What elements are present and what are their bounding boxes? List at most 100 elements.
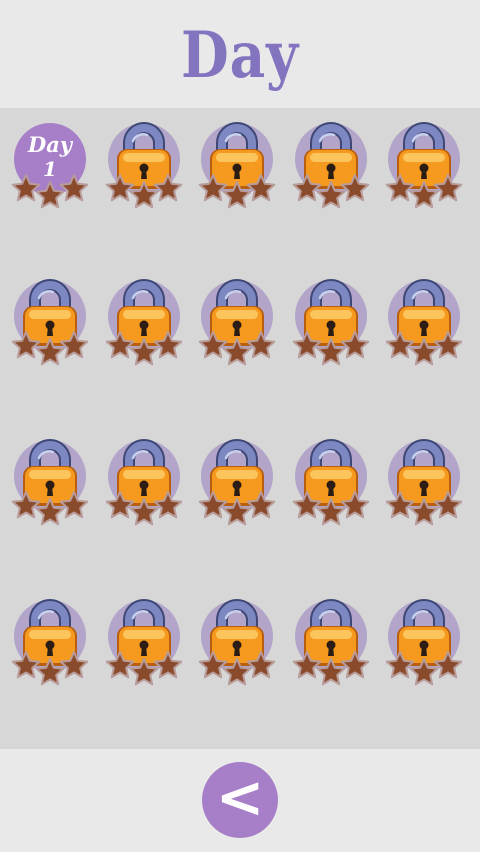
star-icon xyxy=(385,491,415,519)
stars-row xyxy=(292,331,370,366)
stars-row xyxy=(198,651,276,686)
star-icon xyxy=(153,651,183,679)
star-icon xyxy=(340,651,370,679)
day-grid: Day 1 xyxy=(0,108,480,749)
star-icon xyxy=(105,491,135,519)
star-icon xyxy=(385,651,415,679)
stars-row xyxy=(11,651,89,686)
day-badge-label: Day xyxy=(27,132,73,157)
star-icon xyxy=(292,651,322,679)
star-icon xyxy=(246,174,276,202)
star-icon xyxy=(11,491,41,519)
star-icon xyxy=(340,331,370,359)
star-icon xyxy=(35,498,65,526)
stars-row xyxy=(385,331,463,366)
star-icon xyxy=(105,174,135,202)
stars-row xyxy=(385,491,463,526)
level-cell-day-18[interactable] xyxy=(191,598,283,690)
star-icon xyxy=(433,491,463,519)
header: Day Selection xyxy=(0,0,480,177)
star-icon xyxy=(198,331,228,359)
star-icon xyxy=(409,658,439,686)
star-icon xyxy=(433,651,463,679)
level-cell-day-11[interactable] xyxy=(4,438,96,530)
star-icon xyxy=(409,181,439,209)
star-icon xyxy=(246,331,276,359)
star-icon xyxy=(340,174,370,202)
level-cell-day-12[interactable] xyxy=(98,438,190,530)
level-cell-day-5[interactable] xyxy=(378,121,470,213)
stars-row xyxy=(105,174,183,209)
star-icon xyxy=(129,498,159,526)
star-icon xyxy=(340,491,370,519)
star-icon xyxy=(11,651,41,679)
star-icon xyxy=(292,491,322,519)
star-icon xyxy=(433,331,463,359)
star-icon xyxy=(198,651,228,679)
star-icon xyxy=(11,174,41,202)
star-icon xyxy=(35,338,65,366)
level-cell-day-13[interactable] xyxy=(191,438,283,530)
level-cell-day-1[interactable]: Day 1 xyxy=(4,121,96,213)
star-icon xyxy=(105,331,135,359)
stars-row xyxy=(292,491,370,526)
star-icon xyxy=(35,658,65,686)
level-cell-day-7[interactable] xyxy=(98,278,190,370)
level-cell-day-14[interactable] xyxy=(285,438,377,530)
stars-row xyxy=(385,651,463,686)
stars-row xyxy=(198,174,276,209)
stars-row xyxy=(385,174,463,209)
star-icon xyxy=(433,174,463,202)
stars-row xyxy=(11,331,89,366)
star-icon xyxy=(246,651,276,679)
star-icon xyxy=(35,181,65,209)
level-cell-day-20[interactable] xyxy=(378,598,470,690)
level-cell-day-4[interactable] xyxy=(285,121,377,213)
star-icon xyxy=(222,658,252,686)
star-icon xyxy=(222,181,252,209)
star-icon xyxy=(385,331,415,359)
star-icon xyxy=(409,498,439,526)
star-icon xyxy=(129,658,159,686)
level-cell-day-3[interactable] xyxy=(191,121,283,213)
star-icon xyxy=(11,331,41,359)
stars-row xyxy=(105,331,183,366)
stars-row xyxy=(105,651,183,686)
star-icon xyxy=(59,491,89,519)
star-icon xyxy=(292,331,322,359)
star-icon xyxy=(292,174,322,202)
level-cell-day-16[interactable] xyxy=(4,598,96,690)
stars-row xyxy=(11,491,89,526)
star-icon xyxy=(129,181,159,209)
level-cell-day-19[interactable] xyxy=(285,598,377,690)
star-icon xyxy=(385,174,415,202)
level-cell-day-15[interactable] xyxy=(378,438,470,530)
stars-row xyxy=(105,491,183,526)
level-cell-day-8[interactable] xyxy=(191,278,283,370)
level-cell-day-10[interactable] xyxy=(378,278,470,370)
star-icon xyxy=(222,338,252,366)
level-cell-day-17[interactable] xyxy=(98,598,190,690)
stars-row xyxy=(292,174,370,209)
star-icon xyxy=(409,338,439,366)
back-arrow-icon: < xyxy=(215,763,265,831)
star-icon xyxy=(246,491,276,519)
level-cell-day-6[interactable] xyxy=(4,278,96,370)
star-icon xyxy=(153,331,183,359)
level-cell-day-9[interactable] xyxy=(285,278,377,370)
back-button[interactable]: < xyxy=(202,762,278,838)
star-icon xyxy=(129,338,159,366)
star-icon xyxy=(222,498,252,526)
star-icon xyxy=(59,651,89,679)
stars-row xyxy=(292,651,370,686)
star-icon xyxy=(316,498,346,526)
star-icon xyxy=(198,491,228,519)
stars-row xyxy=(198,491,276,526)
stars-row xyxy=(198,331,276,366)
stars-row xyxy=(11,174,89,209)
star-icon xyxy=(105,651,135,679)
star-icon xyxy=(198,174,228,202)
level-cell-day-2[interactable] xyxy=(98,121,190,213)
star-icon xyxy=(59,331,89,359)
star-icon xyxy=(153,174,183,202)
